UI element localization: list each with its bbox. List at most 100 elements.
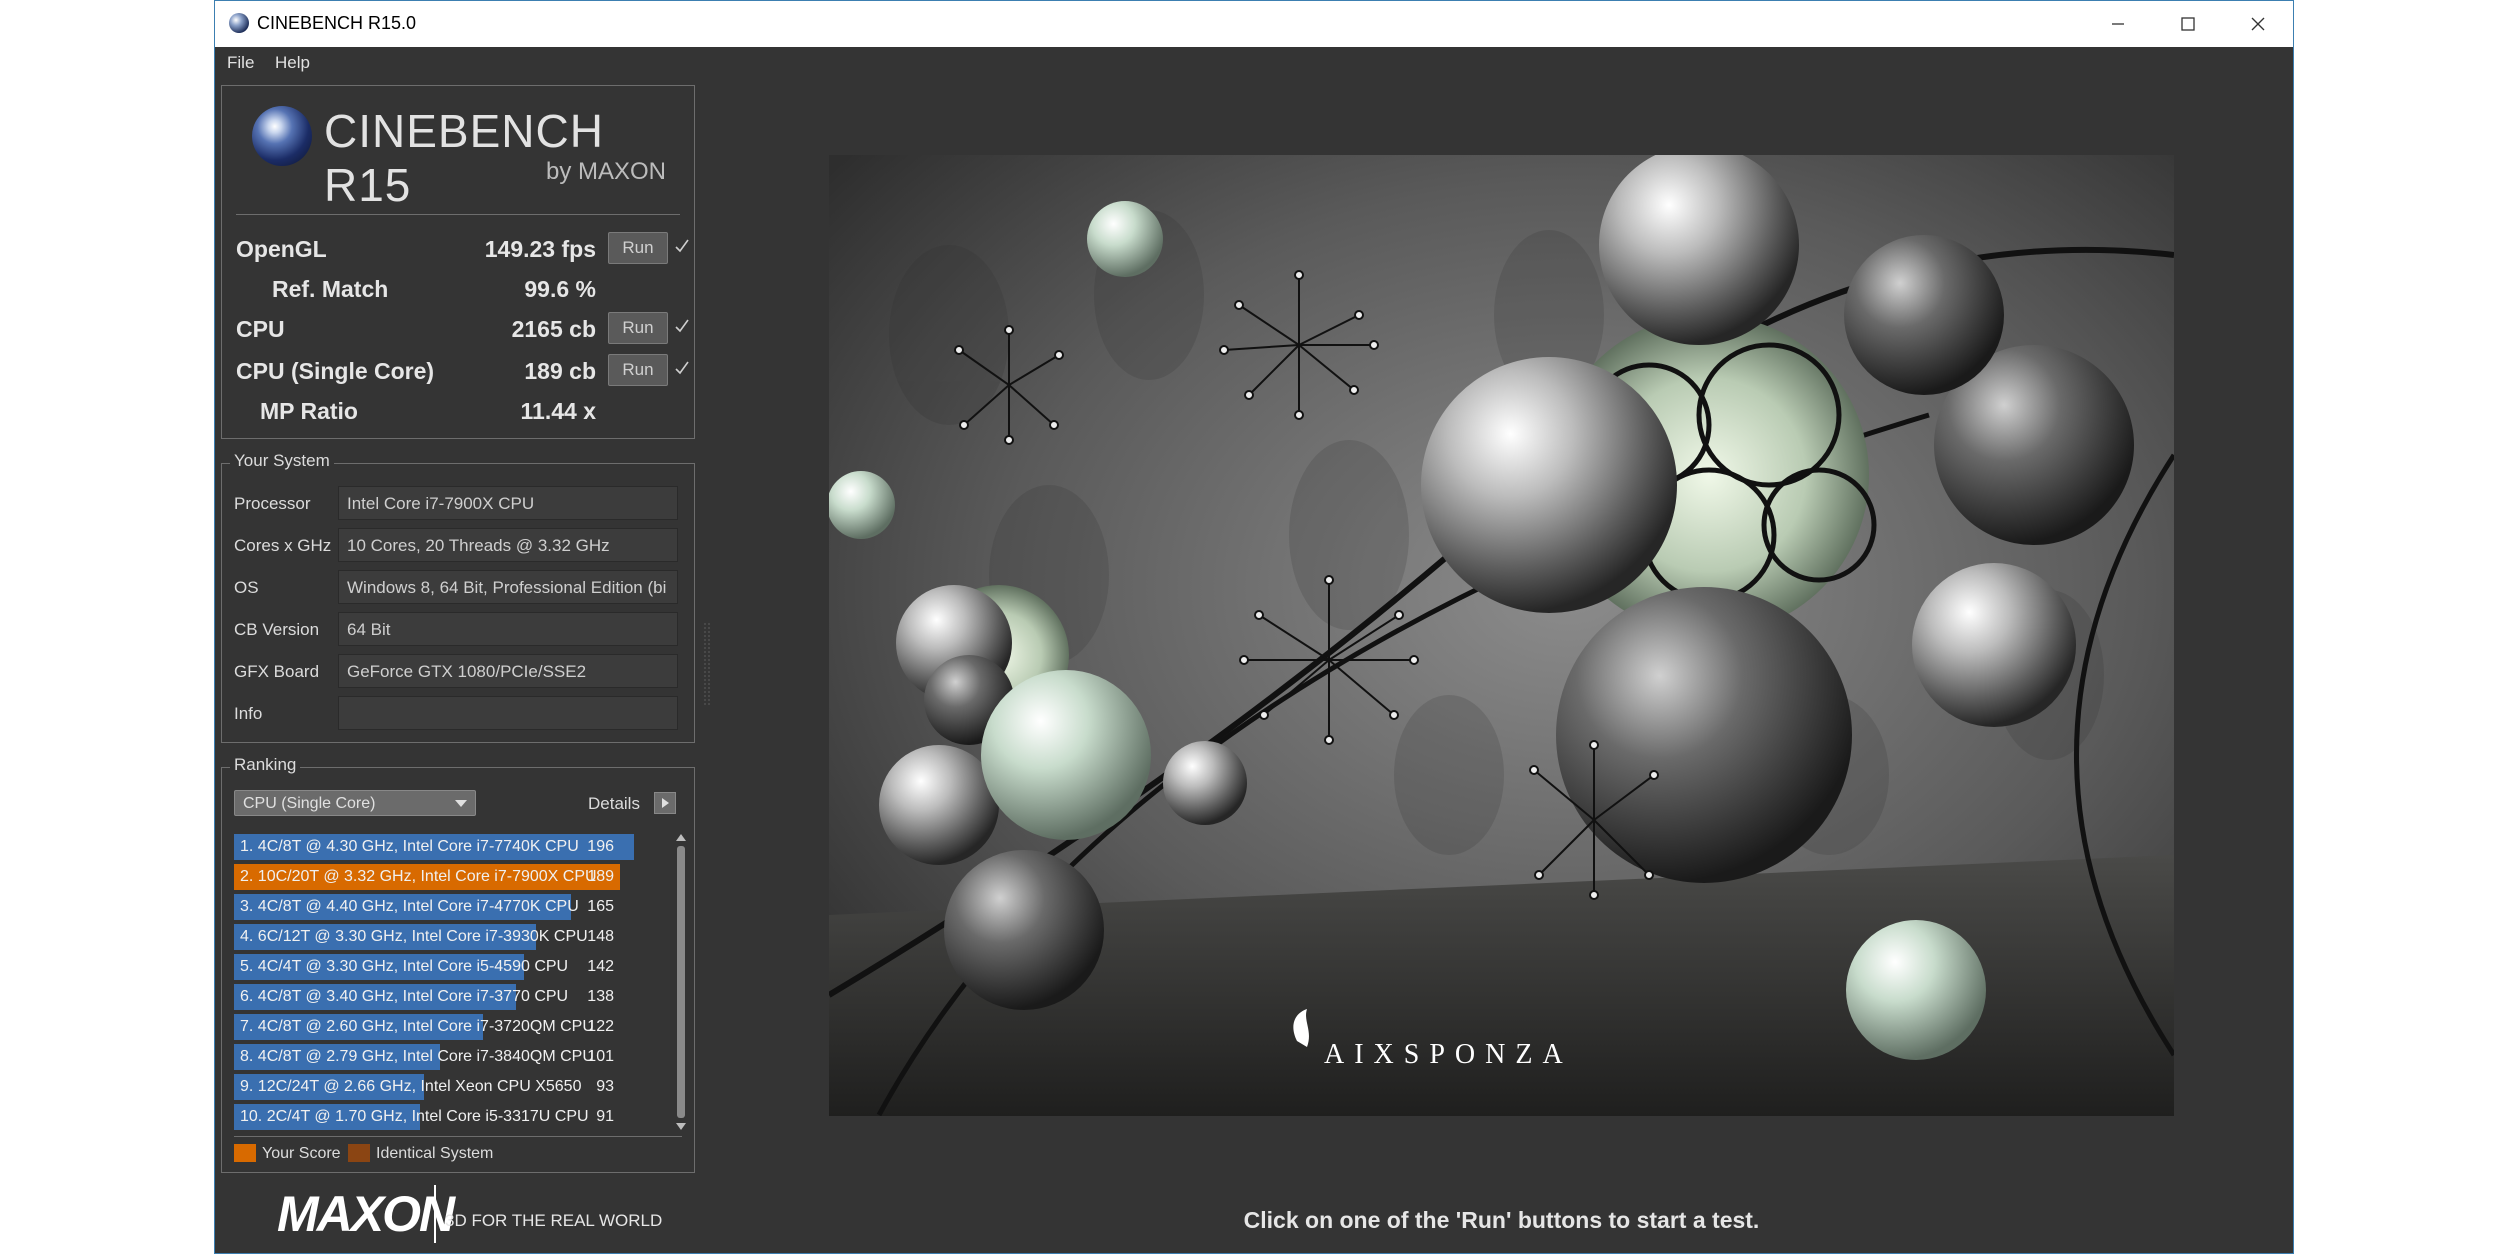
scroll-down-icon [676, 1123, 686, 1130]
processor-field[interactable]: Intel Core i7-7900X CPU [338, 486, 678, 520]
divider [236, 214, 680, 215]
ranking-item[interactable]: 8. 4C/8T @ 2.79 GHz, Intel Core i7-3840Q… [234, 1042, 644, 1072]
ranking-item-score: 196 [587, 838, 614, 855]
ranking-select[interactable]: CPU (Single Core) [234, 790, 476, 816]
your-system-panel: Your System Processor Intel Core i7-7900… [221, 451, 695, 743]
ranking-item-label: 7. 4C/8T @ 2.60 GHz, Intel Core i7-3720Q… [240, 1018, 594, 1035]
cores-field[interactable]: 10 Cores, 20 Threads @ 3.32 GHz [338, 528, 678, 562]
maximize-button[interactable] [2153, 1, 2223, 47]
ranking-scrollbar[interactable] [674, 832, 688, 1132]
checkmark-icon [675, 319, 689, 333]
system-label: OS [234, 578, 259, 597]
maxon-logo: MAXON [277, 1186, 455, 1242]
result-label: Ref. Match [272, 276, 389, 302]
run-cpu-button[interactable]: Run [608, 312, 668, 344]
minimize-icon [2112, 23, 2124, 25]
divider [234, 1136, 682, 1137]
legend-label: Your Score [262, 1145, 341, 1162]
app-icon [229, 13, 249, 33]
result-ref-match: Ref. Match 99.6 % [222, 272, 694, 308]
your-system-title: Your System [230, 451, 334, 471]
close-button[interactable] [2223, 1, 2293, 47]
ranking-item-score: 138 [587, 988, 614, 1005]
ranking-item-label: 5. 4C/4T @ 3.30 GHz, Intel Core i5-4590 … [240, 958, 569, 975]
result-label: OpenGL [236, 236, 327, 262]
system-label: Processor [234, 494, 311, 513]
scroll-up-icon [676, 834, 686, 841]
ranking-item[interactable]: 7. 4C/8T @ 2.60 GHz, Intel Core i7-3720Q… [234, 1012, 644, 1042]
gfx-board-field[interactable]: GeForce GTX 1080/PCIe/SSE2 [338, 654, 678, 688]
ranking-item-label: 6. 4C/8T @ 3.40 GHz, Intel Core i7-3770 … [240, 988, 569, 1005]
cinebench-logo-icon [252, 106, 312, 166]
run-opengl-button[interactable]: Run [608, 232, 668, 264]
cinebench-window: CINEBENCH R15.0 File Help CINEBENCH R15 … [214, 0, 2294, 1254]
system-row-cores: Cores x GHz 10 Cores, 20 Threads @ 3.32 … [222, 528, 694, 564]
result-value: 189 cb [524, 358, 596, 384]
title-bar: CINEBENCH R15.0 [215, 1, 2293, 47]
window-title: CINEBENCH R15.0 [257, 13, 417, 33]
result-label: MP Ratio [260, 398, 358, 424]
ranking-item-score: 93 [596, 1078, 614, 1095]
ranking-title: Ranking [230, 755, 301, 775]
cb-version-field[interactable]: 64 Bit [338, 612, 678, 646]
run-cpu-single-core-button[interactable]: Run [608, 354, 668, 386]
menu-bar [215, 47, 2293, 81]
details-button[interactable] [654, 792, 676, 814]
system-row-processor: Processor Intel Core i7-7900X CPU [222, 486, 694, 522]
ranking-item[interactable]: 4. 6C/12T @ 3.30 GHz, Intel Core i7-3930… [234, 922, 644, 952]
menu-help[interactable]: Help [275, 53, 310, 73]
ranking-select-value: CPU (Single Core) [243, 795, 376, 812]
system-row-gfx: GFX Board GeForce GTX 1080/PCIe/SSE2 [222, 654, 694, 690]
system-row-info: Info [222, 696, 694, 732]
result-cpu: CPU 2165 cb Run [222, 312, 694, 348]
ranking-item-score: 189 [587, 868, 614, 885]
ranking-item-label: 4. 6C/12T @ 3.30 GHz, Intel Core i7-3930… [240, 928, 588, 945]
ranking-item-label: 1. 4C/8T @ 4.30 GHz, Intel Core i7-7740K… [240, 838, 579, 855]
render-image: AIXSPONZA [829, 155, 2174, 1116]
status-text: Click on one of the 'Run' buttons to sta… [1243, 1207, 1760, 1233]
ranking-item[interactable]: 9. 12C/24T @ 2.66 GHz, Intel Xeon CPU X5… [234, 1072, 644, 1102]
splitter-handle[interactable] [703, 623, 711, 707]
system-row-cb-version: CB Version 64 Bit [222, 612, 694, 648]
ranking-item[interactable]: 5. 4C/4T @ 3.30 GHz, Intel Core i5-4590 … [234, 952, 644, 982]
ranking-item[interactable]: 2. 10C/20T @ 3.32 GHz, Intel Core i7-790… [234, 862, 644, 892]
render-viewport: AIXSPONZA [829, 155, 2174, 1116]
os-field[interactable]: Windows 8, 64 Bit, Professional Edition … [338, 570, 678, 604]
ranking-item-label: 3. 4C/8T @ 4.40 GHz, Intel Core i7-4770K… [240, 898, 579, 915]
ranking-item-label: 2. 10C/20T @ 3.32 GHz, Intel Core i7-790… [240, 868, 597, 885]
ranking-item[interactable]: 3. 4C/8T @ 4.40 GHz, Intel Core i7-4770K… [234, 892, 644, 922]
ranking-item[interactable]: 1. 4C/8T @ 4.30 GHz, Intel Core i7-7740K… [234, 832, 644, 862]
ranking-panel: Ranking CPU (Single Core) Details 1. 4C/… [221, 755, 695, 1173]
info-field[interactable] [338, 696, 678, 730]
system-row-os: OS Windows 8, 64 Bit, Professional Editi… [222, 570, 694, 606]
system-label: Info [234, 704, 263, 723]
logo-divider [434, 1185, 436, 1243]
ranking-item-score: 91 [596, 1108, 614, 1125]
legend-swatch-your-score [234, 1144, 256, 1162]
legend-swatch-identical [348, 1144, 370, 1162]
ranking-item-score: 165 [587, 898, 614, 915]
ranking-item-score: 101 [587, 1048, 614, 1065]
ranking-item-score: 122 [587, 1018, 614, 1035]
ranking-item-score: 142 [587, 958, 614, 975]
results-panel: CINEBENCH R15 by MAXON OpenGL 149.23 fps… [221, 85, 695, 439]
ranking-item-label: 10. 2C/4T @ 1.70 GHz, Intel Core i5-3317… [240, 1108, 589, 1125]
chevron-down-icon [455, 800, 467, 807]
ranking-item-score: 148 [587, 928, 614, 945]
result-value: 99.6 % [524, 276, 596, 302]
result-value: 2165 cb [511, 316, 596, 342]
system-label: CB Version [234, 620, 320, 639]
checkmark-icon [675, 239, 689, 253]
ranking-item[interactable]: 10. 2C/4T @ 1.70 GHz, Intel Core i5-3317… [234, 1102, 644, 1132]
result-mp-ratio: MP Ratio 11.44 x [222, 394, 694, 430]
result-value: 11.44 x [520, 398, 596, 424]
ranking-item-label: 8. 4C/8T @ 2.79 GHz, Intel Core i7-3840Q… [240, 1048, 594, 1065]
ranking-item[interactable]: 6. 4C/8T @ 3.40 GHz, Intel Core i7-3770 … [234, 982, 644, 1012]
maximize-icon [2181, 17, 2195, 31]
result-label: CPU [236, 316, 285, 342]
logo-subtitle: by MAXON [545, 158, 666, 185]
minimize-button[interactable] [2083, 1, 2153, 47]
checkmark-icon [675, 361, 689, 375]
scroll-thumb [677, 846, 685, 1118]
menu-file[interactable]: File [227, 53, 254, 73]
